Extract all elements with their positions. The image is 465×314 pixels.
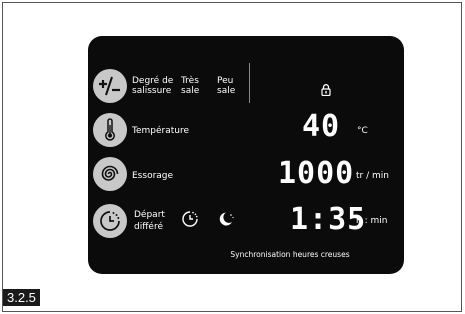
spin-value: 1000	[278, 156, 355, 191]
temperature-label: Température	[132, 126, 190, 136]
soil-option-very-dirty: Très sale	[181, 76, 200, 96]
plus-minus-icon	[99, 76, 120, 96]
time-unit: h : min	[356, 216, 388, 226]
temperature-button[interactable]	[93, 113, 127, 147]
soil-level-label: Degré de salissure	[132, 76, 174, 96]
divider	[249, 63, 250, 103]
spiral-icon	[101, 165, 119, 181]
soil-option-lightly-dirty: Peu sale	[217, 76, 236, 96]
time-value: 1:35	[290, 202, 367, 237]
temperature-value: 40	[302, 109, 341, 144]
control-panel	[88, 36, 404, 274]
spin-unit: tr / min	[356, 171, 389, 181]
timer-icon	[181, 210, 199, 232]
moon-icon	[217, 210, 235, 232]
delayed-start-button[interactable]	[93, 204, 127, 238]
delayed-start-label: Départ différé	[134, 210, 165, 232]
clock-icon	[100, 211, 120, 231]
soil-level-button[interactable]	[93, 69, 127, 103]
temperature-unit: °C	[357, 126, 368, 136]
figure-number: 3.2.5	[3, 289, 40, 306]
sync-off-peak-label: Synchronisation heures creuses	[230, 250, 350, 259]
spin-label: Essorage	[132, 171, 174, 181]
padlock-icon	[321, 81, 331, 100]
spin-button[interactable]	[93, 157, 127, 191]
thermometer-icon	[105, 118, 115, 141]
